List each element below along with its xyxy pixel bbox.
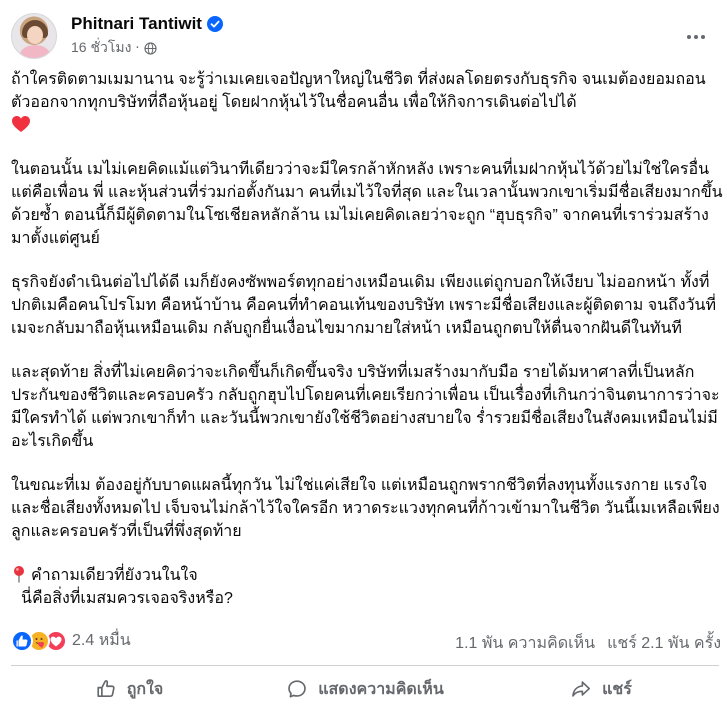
heart-emoji-line bbox=[11, 114, 723, 137]
post-timestamp[interactable]: 16 ชั่วโมง bbox=[71, 37, 131, 59]
engagement-stats: 2.4 หมื่น 1.1 พัน ความคิดเห็น แชร์ 2.1 พ… bbox=[11, 625, 721, 655]
share-label: แชร์ bbox=[602, 680, 632, 698]
red-heart-emoji bbox=[12, 116, 30, 132]
globe-icon[interactable] bbox=[143, 41, 157, 55]
shares-count-link[interactable]: แชร์ 2.1 พัน ครั้ง bbox=[607, 631, 721, 656]
post-paragraph: ธุรกิจยังดำเนินต่อไปได้ดี เมก็ยังคงซัพพอ… bbox=[11, 274, 717, 337]
like-label: ถูกใจ bbox=[126, 680, 164, 698]
author-name-row: Phitnari Tantiwit bbox=[71, 12, 223, 36]
comment-bubble-icon bbox=[288, 680, 307, 698]
question-line-1-row: คำถามเดียวที่ยังวนในใจ bbox=[11, 564, 723, 587]
post-meta: 16 ชั่วโมง · bbox=[71, 38, 157, 58]
verified-badge-icon bbox=[206, 16, 223, 32]
like-button[interactable]: ถูกใจ bbox=[11, 670, 247, 708]
post-body: ถ้าใครติดตามเมมานาน จะรู้ว่าเมเคยเจอปัญห… bbox=[11, 68, 723, 610]
reactions-count: 2.4 หมื่น bbox=[72, 632, 131, 649]
post-header: Phitnari Tantiwit 16 ชั่วโมง · bbox=[0, 0, 727, 68]
round-pushpin-emoji bbox=[14, 566, 24, 583]
post-paragraph: ในขณะที่เม ต้องอยู่กับบาดแผลนี้ทุกวัน ไม… bbox=[11, 477, 720, 540]
more-options-icon bbox=[687, 35, 691, 39]
meta-separator: · bbox=[135, 40, 140, 56]
question-line-1: คำถามเดียวที่ยังวนในใจ bbox=[31, 567, 198, 584]
more-options-button[interactable] bbox=[681, 22, 711, 52]
closing-question: คำถามเดียวที่ยังวนในใจ นี่คือสิ่งที่เมสม… bbox=[11, 564, 723, 610]
share-button[interactable]: แชร์ bbox=[483, 670, 719, 708]
comment-share-stats: 1.1 พัน ความคิดเห็น แชร์ 2.1 พัน ครั้ง bbox=[455, 631, 721, 656]
like-reaction-icon bbox=[11, 629, 33, 652]
post-paragraph: ในตอนนั้น เมไม่เคยคิดแม้แต่วินาทีเดียวว่… bbox=[11, 161, 723, 247]
author-name[interactable]: Phitnari Tantiwit bbox=[71, 14, 202, 34]
reactions-summary[interactable]: 2.4 หมื่น bbox=[11, 628, 131, 653]
author-avatar[interactable] bbox=[11, 13, 57, 59]
share-arrow-icon bbox=[572, 681, 591, 697]
comment-button[interactable]: แสดงความคิดเห็น bbox=[247, 670, 483, 708]
post-actions-bar: ถูกใจ แสดงความคิดเห็น แชร์ bbox=[11, 670, 719, 708]
comments-count-link[interactable]: 1.1 พัน ความคิดเห็น bbox=[455, 631, 595, 656]
thumbs-up-icon bbox=[97, 680, 115, 697]
question-line-2: นี่คือสิ่งที่เมสมควรเจอจริงหรือ? bbox=[21, 590, 233, 607]
comment-label: แสดงความคิดเห็น bbox=[318, 680, 444, 698]
actions-divider bbox=[11, 665, 719, 666]
post-paragraph: และสุดท้าย สิ่งที่ไม่เคยคิดว่าจะเกิดขึ้น… bbox=[11, 364, 720, 450]
post-paragraph: ถ้าใครติดตามเมมานาน จะรู้ว่าเมเคยเจอปัญห… bbox=[11, 71, 706, 111]
